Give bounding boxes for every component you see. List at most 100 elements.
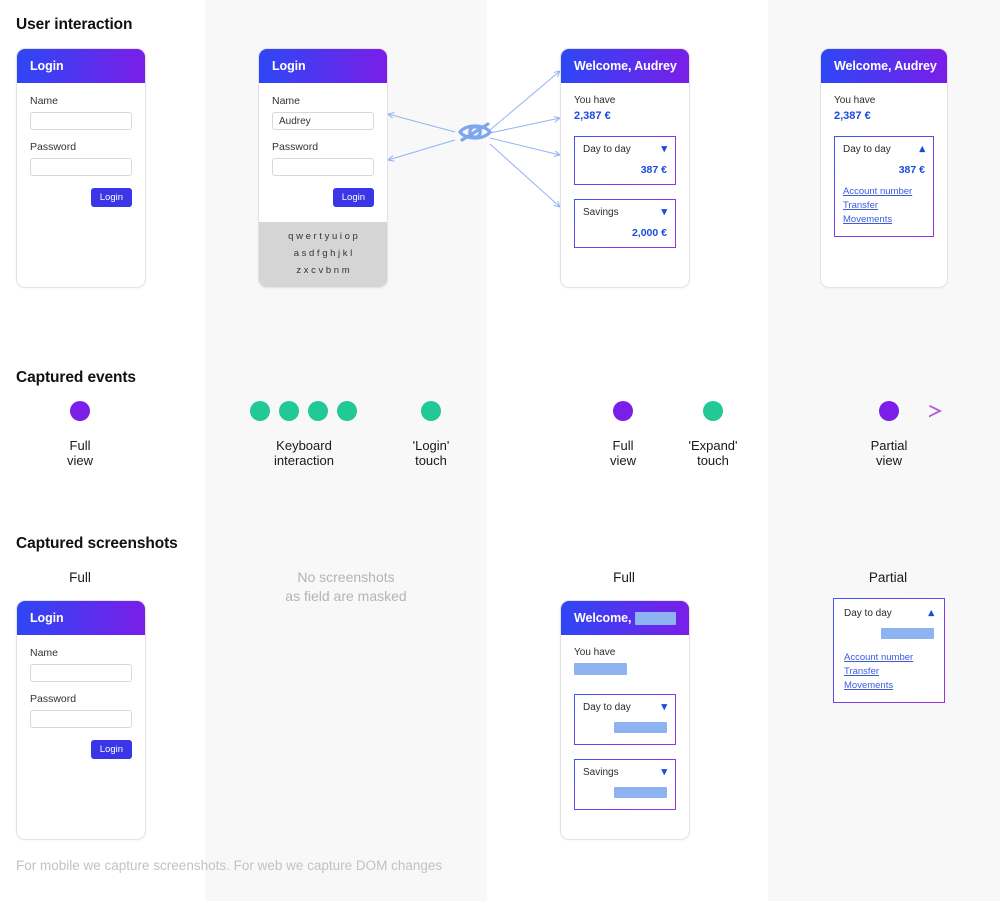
screen-title: Welcome, — [574, 611, 632, 625]
shot-login: Login Name Password Login — [16, 600, 146, 840]
masked-balance-bar — [574, 663, 627, 675]
screen-body: Name Password Login — [17, 635, 145, 759]
account-name: Savings — [583, 767, 619, 778]
screen-title: Welcome, Audrey — [834, 59, 937, 73]
event-dot-full-view-1 — [70, 401, 90, 421]
name-input — [30, 664, 132, 682]
screen-body: Name Password Login — [17, 83, 145, 207]
screen-title: Welcome, Audrey — [574, 59, 677, 73]
no-screenshots-note: No screenshots as field are masked — [285, 569, 407, 604]
account-card-day-to-day[interactable]: Day to day ▾ 387 € — [574, 136, 676, 185]
chevron-up-icon: ▴ — [928, 607, 934, 619]
screen-body: You have Day to day ▾ Savings ▾ — [561, 635, 689, 810]
account-name: Savings — [583, 207, 619, 218]
password-input — [30, 710, 132, 728]
timeline-label-partial-view: Partial view — [870, 438, 908, 469]
timeline-label-login-touch: 'Login' touch — [412, 438, 450, 469]
screen-login-empty: Login Name Password Login — [16, 48, 146, 288]
account-amount-masked — [844, 628, 934, 642]
screen-title: Login — [30, 59, 64, 73]
link-movements: Movements — [844, 680, 894, 691]
link-transfer[interactable]: Transfer — [843, 200, 925, 211]
screen-header: Login — [17, 601, 145, 635]
account-card-header: Day to day ▾ — [583, 702, 667, 714]
account-card-savings[interactable]: Savings ▾ 2,000 € — [574, 199, 676, 248]
account-name: Day to day — [844, 608, 892, 619]
password-label: Password — [30, 141, 77, 153]
events-timeline — [16, 401, 1000, 421]
account-name: Day to day — [583, 144, 631, 155]
screen-welcome-collapsed: Welcome, Audrey You have 2,387 € Day to … — [560, 48, 690, 288]
account-card-savings: Savings ▾ — [574, 759, 676, 810]
chevron-up-icon[interactable]: ▴ — [919, 144, 925, 155]
chevron-down-icon: ▾ — [661, 766, 667, 778]
page-title-captured-screenshots: Captured screenshots — [16, 535, 178, 552]
screen-title: Login — [30, 611, 64, 625]
chevron-down-icon[interactable]: ▾ — [661, 144, 667, 155]
event-dot-keyboard-1 — [250, 401, 270, 421]
account-card-header[interactable]: Day to day ▾ — [583, 144, 667, 156]
login-button[interactable]: Login — [332, 188, 374, 207]
masked-amount-bar — [881, 628, 934, 639]
timeline-label-expand-touch: 'Expand' touch — [688, 438, 738, 469]
event-dot-keyboard-2 — [279, 401, 299, 421]
account-card-header[interactable]: Day to day ▴ — [843, 144, 925, 156]
account-amount: 387 € — [640, 164, 667, 176]
account-amount: 2,000 € — [631, 227, 667, 239]
masked-amount-bar — [614, 722, 667, 733]
account-card-header[interactable]: Savings ▾ — [583, 207, 667, 219]
shot-column-label-partial: Partial — [868, 570, 908, 585]
shot-partial-masked: Day to day ▴ Account number Transfer Mov… — [833, 598, 945, 703]
link-account-number[interactable]: Account number — [843, 186, 925, 197]
keyboard-row[interactable]: z x c v b n m — [259, 265, 387, 276]
account-card-day-to-day-expanded[interactable]: Day to day ▴ 387 € Account number Transf… — [834, 136, 934, 237]
shot-column-label-full-2: Full — [613, 570, 635, 585]
account-card-header: Day to day ▴ — [844, 607, 934, 620]
login-button[interactable]: Login — [90, 188, 132, 207]
masked-name-bar — [635, 611, 676, 625]
event-dot-expand-touch — [703, 401, 723, 421]
screen-body: Name Audrey Password Login — [259, 83, 387, 207]
name-input[interactable] — [30, 112, 132, 130]
balance-value: 2,387 € — [834, 110, 871, 122]
diagram-canvas: User interaction Captured events Capture… — [0, 0, 1000, 901]
balance-label: You have — [834, 95, 876, 106]
account-amount-masked — [583, 722, 667, 736]
shot-column-label-full-1: Full — [69, 570, 91, 585]
link-movements[interactable]: Movements — [843, 214, 925, 225]
screen-welcome-expanded: Welcome, Audrey You have 2,387 € Day to … — [820, 48, 948, 288]
password-label: Password — [30, 693, 77, 705]
link-account-number: Account number — [844, 652, 914, 663]
screen-title: Login — [272, 59, 306, 73]
balance-label: You have — [574, 647, 616, 658]
keyboard-row[interactable]: q w e r t y u i o p — [259, 231, 387, 242]
chevron-down-icon[interactable]: ▾ — [661, 207, 667, 218]
on-screen-keyboard[interactable]: q w e r t y u i o p a s d f g h j k l z … — [259, 222, 387, 287]
balance-value: 2,387 € — [574, 110, 611, 122]
account-amount-masked — [583, 787, 667, 801]
shot-welcome-masked: Welcome, You have Day to day ▾ Savings ▾ — [560, 600, 690, 840]
page-title-user-interaction: User interaction — [16, 16, 133, 33]
name-label: Name — [30, 647, 59, 659]
timeline-label-keyboard: Keyboard interaction — [274, 438, 334, 469]
name-input[interactable]: Audrey — [272, 112, 374, 130]
keyboard-row[interactable]: a s d f g h j k l — [259, 248, 387, 259]
password-input[interactable] — [272, 158, 374, 176]
password-input[interactable] — [30, 158, 132, 176]
name-label: Name — [272, 95, 301, 107]
screen-header: Welcome, Audrey — [561, 49, 689, 83]
account-links: Account number Transfer Movements — [844, 652, 934, 691]
event-dot-keyboard-4 — [337, 401, 357, 421]
screen-header: Login — [17, 49, 145, 83]
screen-body: You have 2,387 € Day to day ▴ 387 € Acco… — [821, 83, 947, 237]
timeline-label-full-view-2: Full view — [609, 438, 637, 469]
password-label: Password — [272, 141, 319, 153]
account-amount: 387 € — [898, 164, 925, 176]
link-transfer: Transfer — [844, 666, 880, 677]
screen-login-typed: Login Name Audrey Password Login q w e r… — [258, 48, 388, 288]
account-card-day-to-day: Day to day ▾ — [574, 694, 676, 745]
account-name: Day to day — [843, 144, 891, 155]
timeline-label-full-view-1: Full view — [66, 438, 94, 469]
masked-amount-bar — [614, 787, 667, 798]
account-links: Account number Transfer Movements — [843, 186, 925, 225]
